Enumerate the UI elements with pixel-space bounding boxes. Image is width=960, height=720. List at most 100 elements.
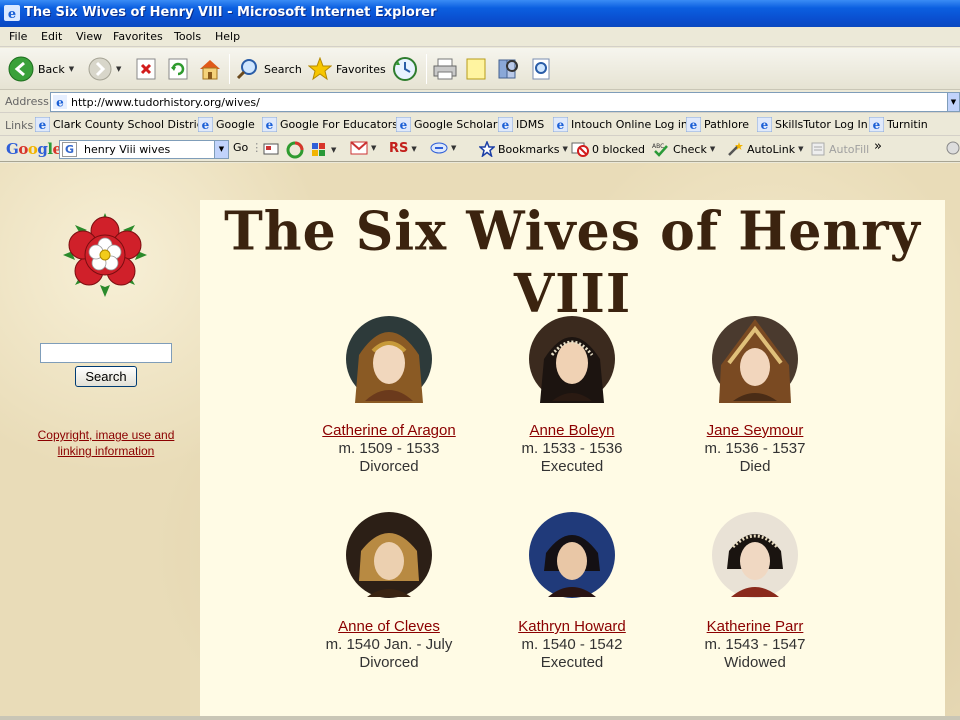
- link-skillstutor[interactable]: e SkillsTutor Log In: [757, 117, 868, 132]
- chevron-down-icon[interactable]: ▼: [710, 145, 715, 153]
- ie-page-icon: e: [757, 117, 772, 132]
- chevron-down-icon[interactable]: ▼: [947, 93, 959, 111]
- wife-name-link[interactable]: Catherine of Aragon: [289, 422, 489, 440]
- address-input[interactable]: e http://www.tudorhistory.org/wives/ ▼: [50, 92, 960, 112]
- link-label: SkillsTutor Log In: [775, 118, 868, 131]
- share-button[interactable]: ▼: [430, 141, 456, 155]
- status-bar-edge: [0, 716, 960, 720]
- wife-name-link[interactable]: Katherine Parr: [655, 618, 855, 636]
- link-google-scholar[interactable]: e Google Scholar: [396, 117, 497, 132]
- link-idms[interactable]: e IDMS: [498, 117, 544, 132]
- star-outline-icon: [479, 141, 495, 157]
- menu-view[interactable]: View: [76, 30, 102, 43]
- link-intouch[interactable]: e Intouch Online Log in: [553, 117, 688, 132]
- toolbar-separator: [229, 54, 230, 84]
- chevron-down-icon[interactable]: ▼: [331, 146, 336, 154]
- google-logo-glyph: G: [6, 140, 19, 158]
- rss-button[interactable]: RS ▼: [389, 141, 417, 156]
- news-icon: [263, 143, 279, 155]
- wife-fate: Executed: [540, 654, 604, 671]
- gmail-button[interactable]: ▼: [350, 141, 376, 155]
- autolink-button[interactable]: AutoLink ▼: [726, 141, 803, 157]
- stop-button[interactable]: [136, 48, 156, 90]
- refresh-button[interactable]: [168, 48, 188, 90]
- chevron-down-icon[interactable]: ▼: [371, 144, 376, 152]
- links-bar: Links e Clark County School District e G…: [0, 114, 960, 136]
- copyright-line-2: linking information: [57, 444, 155, 458]
- research-button[interactable]: [495, 48, 521, 90]
- site-search-input[interactable]: [40, 343, 172, 363]
- google-news-button[interactable]: [263, 141, 279, 157]
- magnifier-page-icon: [532, 58, 550, 80]
- google-go-button[interactable]: Go ⋮: [233, 141, 262, 154]
- ie-page-icon: e: [553, 117, 568, 132]
- chevron-down-icon[interactable]: ▼: [562, 145, 567, 153]
- drag-handle-icon: ⋮: [251, 141, 263, 154]
- stop-icon: [136, 58, 156, 80]
- wife-fate: Executed: [540, 458, 604, 475]
- svg-text:e: e: [873, 118, 881, 132]
- google-g-icon: G: [62, 142, 77, 157]
- site-search-button[interactable]: Search: [75, 366, 137, 387]
- portrait-katherine-parr[interactable]: [711, 511, 799, 599]
- google-logo[interactable]: Google: [6, 140, 62, 158]
- portrait-anne-of-cleves[interactable]: [345, 511, 433, 599]
- svg-text:ABC: ABC: [652, 143, 664, 150]
- copyright-line-1: Copyright, image use and: [37, 428, 175, 442]
- search-button[interactable]: Search: [236, 48, 302, 90]
- menu-favorites[interactable]: Favorites: [113, 30, 163, 43]
- link-google-educators[interactable]: e Google For Educators: [262, 117, 398, 132]
- menu-help[interactable]: Help: [215, 30, 240, 43]
- link-clark-county[interactable]: e Clark County School District: [35, 117, 207, 132]
- refresh-icon: [168, 58, 188, 80]
- forward-button[interactable]: ▼: [88, 48, 121, 90]
- svg-text:e: e: [557, 118, 565, 132]
- chevron-down-icon[interactable]: ▼: [69, 65, 74, 73]
- chevron-down-icon[interactable]: ▼: [214, 141, 228, 158]
- pagerank-button[interactable]: [286, 141, 304, 159]
- link-turnitin[interactable]: e Turnitin: [869, 117, 928, 132]
- printer-icon: [433, 58, 457, 80]
- history-button[interactable]: [392, 48, 418, 90]
- link-google[interactable]: e Google: [198, 117, 255, 132]
- portrait-jane-seymour[interactable]: [711, 315, 799, 403]
- edit-button[interactable]: [464, 48, 488, 90]
- chevron-down-icon[interactable]: ▼: [116, 65, 121, 73]
- popup-blocker-button[interactable]: 0 blocked: [571, 141, 645, 157]
- chevron-down-icon[interactable]: ▼: [798, 145, 803, 153]
- settings-button[interactable]: [946, 141, 960, 155]
- chevron-down-icon[interactable]: ▼: [451, 144, 456, 152]
- home-button[interactable]: [198, 48, 222, 90]
- blocked-label: 0 blocked: [592, 142, 646, 156]
- link-label: Intouch Online Log in: [571, 118, 688, 131]
- copyright-link[interactable]: Copyright, image use and linking informa…: [20, 427, 192, 459]
- link-pathlore[interactable]: e Pathlore: [686, 117, 749, 132]
- back-button[interactable]: Back ▼: [8, 48, 74, 90]
- star-icon: [308, 57, 332, 81]
- messenger-button[interactable]: [528, 48, 554, 90]
- wife-name-link[interactable]: Anne of Cleves: [289, 618, 489, 636]
- wife-name-link[interactable]: Anne Boleyn: [472, 422, 672, 440]
- autolink-label: AutoLink: [747, 142, 796, 156]
- wife-name-link[interactable]: Kathryn Howard: [472, 618, 672, 636]
- menu-edit[interactable]: Edit: [41, 30, 62, 43]
- google-logo-glyph: o: [18, 140, 28, 158]
- popup-button[interactable]: ▼: [310, 141, 336, 159]
- menu-tools[interactable]: Tools: [174, 30, 201, 43]
- chevron-down-icon[interactable]: ▼: [411, 145, 416, 153]
- blocked-icon: [571, 142, 589, 157]
- menu-file[interactable]: File: [9, 30, 27, 43]
- portrait-catherine-of-aragon[interactable]: [345, 315, 433, 403]
- print-button[interactable]: [432, 48, 458, 90]
- wife-name-link[interactable]: Jane Seymour: [655, 422, 855, 440]
- svg-text:e: e: [400, 118, 408, 132]
- favorites-button[interactable]: Favorites: [308, 48, 386, 90]
- google-search-input[interactable]: G henry Viii wives ▼: [59, 140, 229, 159]
- autofill-button[interactable]: AutoFill: [810, 141, 869, 157]
- portrait-anne-boleyn[interactable]: [528, 315, 616, 403]
- bookmarks-button[interactable]: Bookmarks ▼: [479, 141, 568, 157]
- more-chevron[interactable]: »: [874, 139, 882, 154]
- spellcheck-button[interactable]: ABC Check ▼: [652, 141, 715, 157]
- portrait-kathryn-howard[interactable]: [528, 511, 616, 599]
- magnifier-icon: [236, 59, 257, 80]
